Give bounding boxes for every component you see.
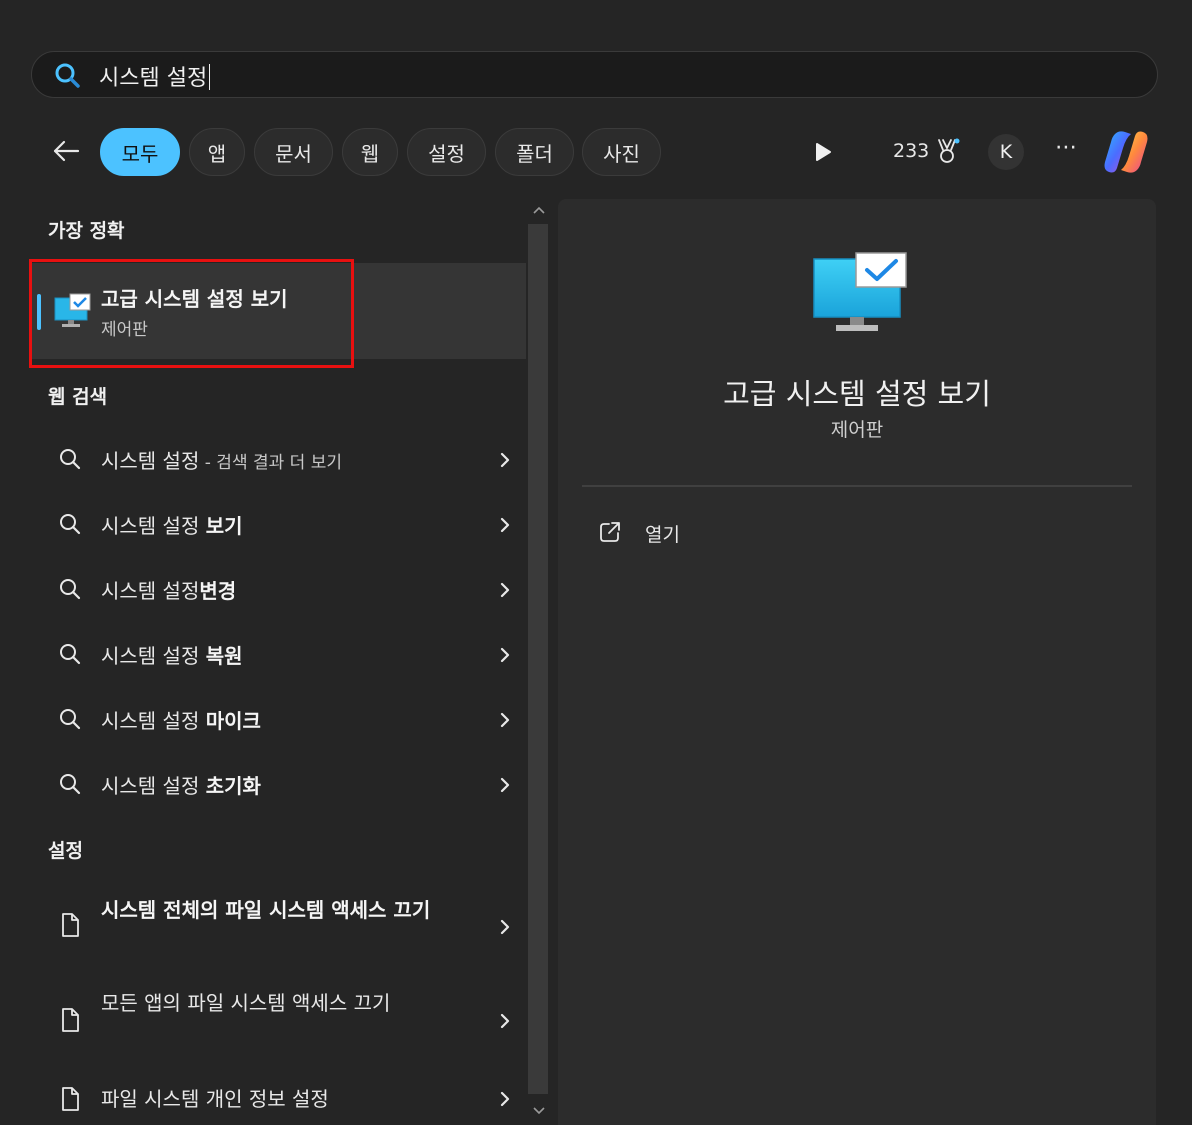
settings-result-item[interactable]: 모든 앱의 파일 시스템 액세스 끄기 — [32, 981, 526, 1059]
search-query-text: 시스템 설정 — [99, 66, 208, 91]
best-match-heading: 가장 정확 — [48, 220, 125, 242]
text-caret — [209, 64, 211, 90]
web-result-item[interactable]: 시스템 설정 마이크 — [32, 689, 526, 749]
web-result-text: 시스템 설정변경 — [101, 575, 236, 604]
web-result-item[interactable]: 시스템 설정 - 검색 결과 더 보기 — [32, 429, 526, 489]
search-icon — [60, 644, 81, 665]
document-icon — [62, 913, 79, 937]
preview-pane: 고급 시스템 설정 보기 제어판 열기 — [558, 199, 1156, 1125]
settings-heading: 설정 — [48, 840, 83, 862]
result-prefix: 시스템 설정 — [101, 514, 206, 538]
open-action[interactable]: 열기 — [598, 517, 898, 551]
back-arrow-icon[interactable] — [50, 134, 82, 168]
chevron-right-icon — [500, 582, 510, 598]
search-icon — [60, 514, 81, 535]
result-prefix: 시스템 설정 — [101, 449, 200, 473]
search-icon — [60, 709, 81, 730]
scroll-down-icon[interactable] — [532, 1105, 546, 1117]
filter-documents[interactable]: 문서 — [254, 128, 333, 176]
result-highlight: 보기 — [205, 514, 243, 538]
web-result-item[interactable]: 시스템 설정변경 — [32, 559, 526, 619]
preview-divider — [582, 485, 1132, 487]
result-highlight: 변경 — [199, 579, 237, 603]
open-action-label: 열기 — [645, 524, 680, 546]
web-result-text: 시스템 설정 보기 — [101, 510, 243, 539]
results-scrollbar[interactable] — [526, 200, 552, 1125]
web-result-text: 시스템 설정 복원 — [101, 640, 243, 669]
web-result-item[interactable]: 시스템 설정 복원 — [32, 624, 526, 684]
filter-folders[interactable]: 폴더 — [495, 128, 574, 176]
web-result-text: 시스템 설정 초기화 — [101, 770, 261, 799]
result-highlight: 복원 — [205, 644, 243, 668]
result-prefix: 시스템 설정 — [101, 774, 206, 798]
medal-icon[interactable] — [933, 137, 961, 165]
highlight-box — [29, 259, 354, 368]
scroll-up-icon[interactable] — [532, 204, 546, 216]
result-suffix: - 검색 결과 더 보기 — [199, 453, 342, 473]
chevron-right-icon — [500, 919, 510, 935]
web-search-heading: 웹 검색 — [48, 386, 108, 408]
play-icon[interactable] — [812, 140, 834, 164]
open-external-icon — [600, 522, 620, 542]
settings-result-text: 모든 앱의 파일 시스템 액세스 끄기 — [101, 991, 391, 1015]
scrollbar-thumb[interactable] — [528, 224, 548, 1094]
result-prefix: 시스템 설정 — [101, 709, 206, 733]
account-avatar[interactable]: K — [988, 134, 1024, 170]
result-prefix: 시스템 설정 — [101, 644, 206, 668]
chevron-right-icon — [500, 712, 510, 728]
filter-settings[interactable]: 설정 — [407, 128, 486, 176]
chevron-right-icon — [500, 517, 510, 533]
web-result-item[interactable]: 시스템 설정 초기화 — [32, 754, 526, 814]
document-icon — [62, 1008, 79, 1032]
system-monitor-icon — [813, 252, 907, 331]
web-result-text: 시스템 설정 - 검색 결과 더 보기 — [101, 445, 342, 474]
filter-apps[interactable]: 앱 — [189, 128, 245, 176]
chevron-right-icon — [500, 1013, 510, 1029]
web-result-text: 시스템 설정 마이크 — [101, 705, 261, 734]
filter-photos[interactable]: 사진 — [582, 128, 661, 176]
rewards-points[interactable]: 233 — [893, 140, 929, 162]
result-prefix: 시스템 설정 — [101, 579, 200, 603]
copilot-icon[interactable] — [1101, 128, 1151, 176]
result-highlight: 초기화 — [205, 774, 261, 798]
document-icon — [62, 1087, 79, 1111]
search-icon — [60, 579, 81, 600]
web-result-item[interactable]: 시스템 설정 보기 — [32, 494, 526, 554]
chevron-right-icon — [500, 647, 510, 663]
search-input[interactable]: 시스템 설정 — [99, 60, 211, 92]
search-icon — [55, 63, 80, 88]
settings-result-item[interactable]: 파일 시스템 개인 정보 설정 — [32, 1075, 526, 1125]
settings-result-text: 파일 시스템 개인 정보 설정 — [101, 1087, 329, 1111]
search-icon — [60, 449, 81, 470]
search-box[interactable]: 시스템 설정 — [31, 51, 1158, 98]
settings-result-text: 시스템 전체의 파일 시스템 액세스 끄기 — [101, 898, 431, 922]
chevron-right-icon — [500, 777, 510, 793]
settings-result-item[interactable]: 시스템 전체의 파일 시스템 액세스 끄기 — [32, 888, 526, 966]
search-panel: 시스템 설정 모두 앱 문서 웹 설정 폴더 사진 233 K ⋯ 가장 정확 — [0, 0, 1192, 1125]
chevron-right-icon — [500, 452, 510, 468]
search-icon — [60, 774, 81, 795]
filter-all[interactable]: 모두 — [100, 128, 180, 176]
preview-subtitle: 제어판 — [830, 419, 884, 441]
chevron-right-icon — [500, 1091, 510, 1107]
preview-title: 고급 시스템 설정 보기 — [723, 377, 991, 411]
more-options-icon[interactable]: ⋯ — [1050, 134, 1082, 166]
filter-web[interactable]: 웹 — [342, 128, 398, 176]
result-highlight: 마이크 — [205, 709, 261, 733]
